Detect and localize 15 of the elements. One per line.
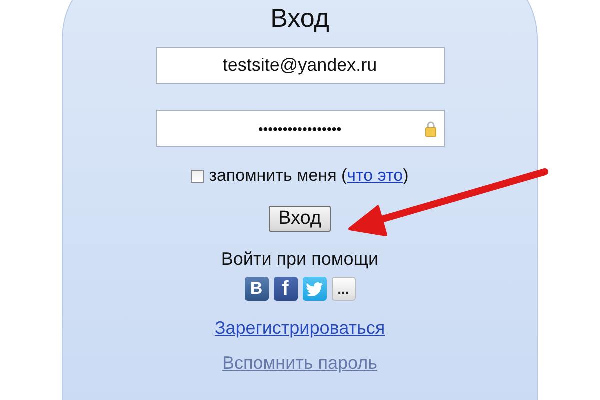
remember-label: запомнить меня (что это) (209, 166, 409, 186)
remember-checkbox[interactable] (191, 170, 204, 182)
more-options-button[interactable]: ... (332, 277, 356, 301)
bird-icon (306, 282, 324, 296)
register-link[interactable]: Зарегистрироваться (214, 318, 386, 339)
password-field[interactable]: ••••••••••••••••• (156, 110, 444, 147)
lock-icon (424, 121, 436, 137)
vk-login-button[interactable]: B (244, 277, 268, 301)
login-button[interactable]: Вход (268, 206, 332, 232)
what-is-this-link[interactable]: что это (347, 166, 404, 185)
twitter-login-button[interactable] (302, 277, 326, 301)
social-login-heading: Войти при помощи (221, 249, 379, 270)
facebook-login-button[interactable]: f (274, 277, 298, 301)
login-field[interactable]: testsite@yandex.ru (156, 47, 444, 84)
page-title: Вход (270, 3, 330, 34)
